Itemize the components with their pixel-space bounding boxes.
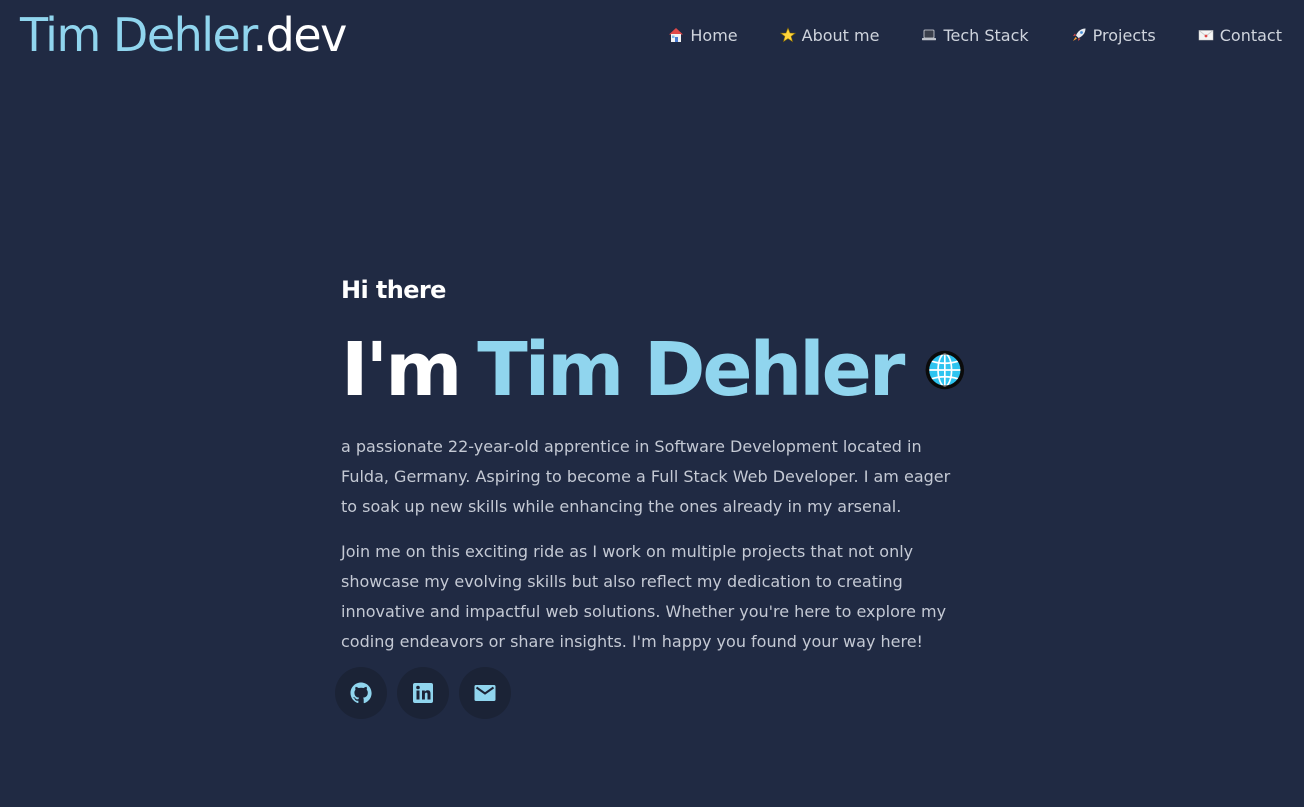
- rocket-icon: [1072, 28, 1086, 41]
- brand-tld: .dev: [252, 8, 348, 62]
- main-nav: Home About me Tech Stack Projects Contac…: [668, 20, 1282, 50]
- star-icon: [779, 27, 796, 43]
- mail-button[interactable]: [459, 667, 511, 719]
- envelope-icon: [1198, 30, 1213, 41]
- github-button[interactable]: [335, 667, 387, 719]
- nav-item-home[interactable]: Home: [668, 25, 738, 45]
- nav-label: Projects: [1092, 25, 1156, 45]
- nav-label: Home: [690, 25, 738, 45]
- social-links: [335, 667, 966, 719]
- headline-name: Tim Dehler: [477, 327, 905, 413]
- linkedin-button[interactable]: [397, 667, 449, 719]
- nav-item-projects[interactable]: Projects: [1071, 26, 1156, 45]
- nav-label: Tech Stack: [943, 25, 1029, 45]
- nav-item-contact[interactable]: Contact: [1198, 26, 1282, 45]
- mail-icon: [474, 685, 496, 701]
- headline: I'm Tim Dehler: [341, 328, 966, 412]
- greeting: Hi there: [341, 276, 446, 304]
- laptop-icon: [922, 29, 937, 41]
- site-logo[interactable]: Tim Dehler.dev: [20, 8, 348, 62]
- bio-paragraph: a passionate 22-year-old apprentice in S…: [341, 437, 951, 516]
- nav-label: Contact: [1219, 25, 1282, 45]
- page: Tim Dehler.dev Home About me Tech Stack: [0, 0, 1304, 807]
- headline-prefix: I'm: [341, 327, 462, 413]
- bio-paragraph: Join me on this exciting ride as I work …: [341, 542, 947, 651]
- nav-item-tech-stack[interactable]: Tech Stack: [921, 25, 1029, 45]
- hero-section: Hi there I'm Tim Dehler a passionate 22-…: [335, 276, 966, 719]
- linkedin-icon: [413, 683, 433, 703]
- house-icon: [669, 28, 684, 42]
- github-icon: [350, 682, 372, 704]
- nav-label: About me: [801, 25, 880, 45]
- nav-item-about[interactable]: About me: [779, 25, 880, 45]
- brand-name: Tim Dehler: [20, 8, 254, 62]
- globe-icon: [925, 350, 965, 390]
